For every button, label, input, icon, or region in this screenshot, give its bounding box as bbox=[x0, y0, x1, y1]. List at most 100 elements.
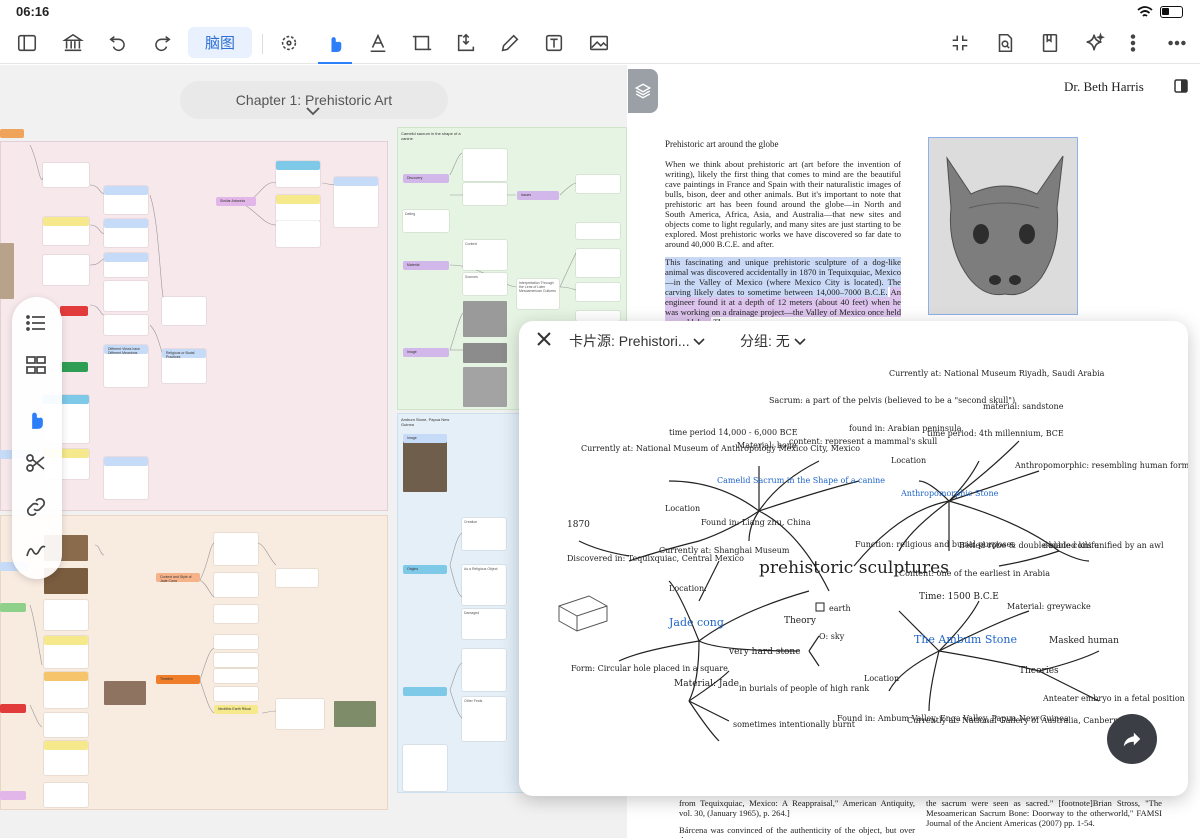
undo-icon[interactable] bbox=[103, 28, 133, 58]
node-sacrum[interactable] bbox=[334, 177, 378, 186]
layers-button[interactable] bbox=[628, 69, 658, 113]
node-card-header[interactable] bbox=[403, 687, 447, 696]
text-card[interactable] bbox=[104, 315, 148, 335]
camelid-thumbnail[interactable] bbox=[463, 301, 507, 337]
jade-thumbnail[interactable] bbox=[104, 681, 146, 705]
node-sources[interactable]: Sources bbox=[463, 273, 507, 295]
node-other-finds[interactable]: Other Finds bbox=[462, 697, 506, 741]
text-card[interactable] bbox=[576, 249, 620, 277]
node-religious-burial[interactable]: Religious or Burial Practices bbox=[162, 349, 206, 358]
lasso-icon[interactable] bbox=[274, 28, 304, 58]
pen-icon[interactable] bbox=[495, 28, 525, 58]
node-card-header[interactable] bbox=[276, 161, 320, 170]
node-origins[interactable]: Origins bbox=[403, 565, 447, 574]
sidebar-icon[interactable] bbox=[12, 28, 42, 58]
text-card[interactable] bbox=[214, 669, 258, 683]
highlight-blue[interactable]: This fascinating and unique prehistoric … bbox=[665, 257, 901, 297]
text-card[interactable] bbox=[43, 255, 89, 285]
node-material[interactable]: Material bbox=[403, 261, 449, 270]
text-card[interactable] bbox=[576, 223, 620, 239]
node-red[interactable] bbox=[0, 704, 26, 713]
node-daggers[interactable] bbox=[104, 253, 148, 262]
text-card[interactable] bbox=[214, 635, 258, 649]
text-card[interactable] bbox=[214, 573, 258, 597]
node-card-header[interactable] bbox=[104, 457, 148, 466]
node-timeline[interactable]: Timeline bbox=[156, 675, 200, 684]
group-selector[interactable]: 分组: 无 bbox=[740, 331, 806, 351]
jade-thumbnail[interactable] bbox=[334, 701, 376, 727]
resize-icon[interactable] bbox=[451, 28, 481, 58]
node-creation[interactable]: Creation bbox=[462, 518, 506, 550]
image-icon[interactable] bbox=[584, 28, 614, 58]
library-icon[interactable] bbox=[58, 28, 88, 58]
text-card[interactable] bbox=[44, 600, 88, 630]
text-card[interactable] bbox=[576, 311, 620, 321]
text-card[interactable] bbox=[576, 175, 620, 193]
node-context[interactable]: Context bbox=[463, 240, 507, 270]
scissors-icon[interactable] bbox=[24, 451, 50, 477]
ambum-thumbnail[interactable] bbox=[403, 440, 447, 492]
text-card[interactable] bbox=[44, 713, 88, 737]
text-card[interactable] bbox=[104, 281, 148, 311]
node-damaged[interactable]: Damaged bbox=[462, 609, 506, 639]
text-card[interactable] bbox=[214, 653, 258, 667]
close-icon[interactable] bbox=[536, 331, 552, 347]
node-card-header[interactable] bbox=[44, 672, 88, 681]
text-card[interactable] bbox=[214, 687, 258, 701]
text-card[interactable] bbox=[43, 163, 89, 187]
bookmark-icon[interactable] bbox=[1035, 28, 1065, 58]
node-dating[interactable]: Dating bbox=[403, 210, 449, 232]
node-card-header[interactable] bbox=[276, 195, 320, 204]
redo-icon[interactable] bbox=[147, 28, 177, 58]
node-diagonal[interactable] bbox=[104, 219, 148, 228]
text-card[interactable] bbox=[276, 221, 320, 247]
node-red[interactable] bbox=[60, 306, 88, 316]
node-jade-cong[interactable]: Context and Style of Jade Cong bbox=[156, 573, 200, 582]
camelid-thumbnail[interactable] bbox=[463, 343, 507, 363]
node-religious-object[interactable]: As a Religious Object bbox=[462, 565, 506, 605]
node-strong-emphasis[interactable] bbox=[43, 217, 89, 226]
pointer-hand-icon[interactable] bbox=[320, 28, 350, 58]
page-search-icon[interactable] bbox=[990, 28, 1020, 58]
card-source-selector[interactable]: 卡片源: Prehistori... bbox=[569, 331, 706, 351]
more-vertical-icon[interactable] bbox=[1118, 28, 1148, 58]
handwritten-mindmap[interactable]: prehistoric sculptures Camelid Sacrum in… bbox=[519, 351, 1188, 796]
node-card-header[interactable] bbox=[44, 741, 88, 750]
node-different-views[interactable]: Different Views have Different Meanings bbox=[104, 345, 148, 354]
text-card[interactable] bbox=[403, 745, 447, 791]
node-card-header[interactable] bbox=[44, 636, 88, 645]
text-card[interactable] bbox=[462, 649, 506, 691]
more-horizontal-icon[interactable] bbox=[1162, 28, 1192, 58]
layout-icon[interactable] bbox=[24, 353, 50, 379]
hand-tool-icon[interactable] bbox=[24, 407, 50, 433]
node-chip[interactable] bbox=[0, 791, 26, 800]
text-card[interactable] bbox=[276, 569, 318, 587]
node-discovery[interactable]: Discovery bbox=[403, 174, 449, 183]
textbox-icon[interactable] bbox=[539, 28, 569, 58]
freehand-icon[interactable] bbox=[24, 539, 50, 565]
node-green[interactable] bbox=[60, 362, 88, 372]
camelid-image[interactable] bbox=[928, 137, 1078, 315]
text-card[interactable] bbox=[214, 533, 258, 565]
share-button[interactable] bbox=[1107, 714, 1157, 764]
text-card[interactable] bbox=[463, 183, 507, 205]
link-icon[interactable] bbox=[24, 495, 50, 521]
node-theriomorphic[interactable] bbox=[104, 186, 148, 195]
text-card[interactable] bbox=[44, 783, 88, 807]
ai-sparkle-icon[interactable] bbox=[1080, 28, 1110, 58]
node-similar-artworks[interactable]: Similar Artworks bbox=[216, 197, 256, 206]
text-card[interactable] bbox=[576, 283, 620, 301]
collapse-icon[interactable] bbox=[945, 28, 975, 58]
text-card[interactable] bbox=[214, 605, 258, 623]
mindmap-button[interactable]: 脑图 bbox=[188, 27, 252, 58]
camelid-thumbnail[interactable] bbox=[463, 367, 507, 407]
list-icon[interactable] bbox=[24, 311, 50, 337]
node-image[interactable]: Image bbox=[403, 434, 447, 443]
node-interpretation[interactable]: Interpretation Through the Lens of Later… bbox=[517, 279, 559, 309]
node-image[interactable]: Image bbox=[403, 348, 449, 357]
text-card[interactable] bbox=[162, 297, 206, 325]
node-issues[interactable]: Issues bbox=[517, 191, 559, 200]
node-chip[interactable] bbox=[0, 603, 26, 612]
node-chip[interactable] bbox=[0, 129, 24, 138]
node-neolithic[interactable]: Neolithic Earth Ritual bbox=[214, 705, 258, 714]
